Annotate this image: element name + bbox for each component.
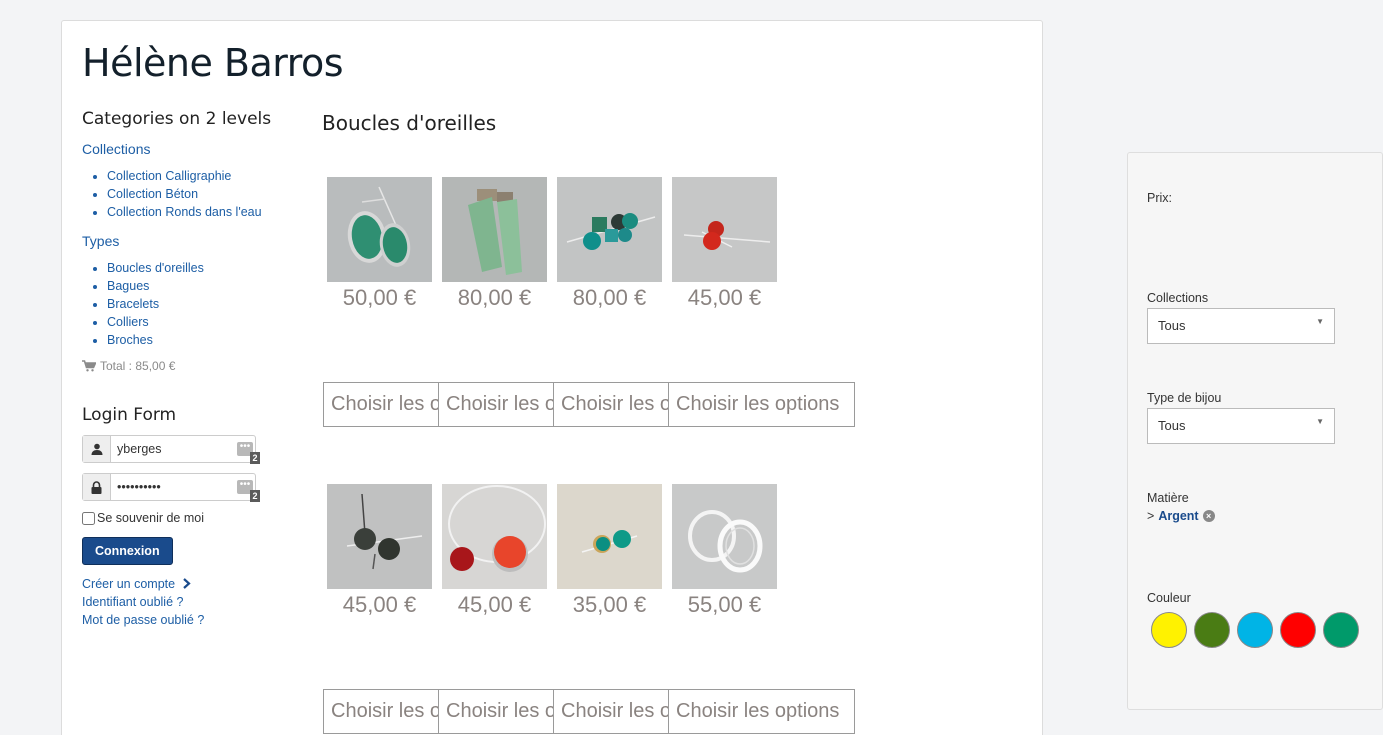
- password-field: ••• 2: [82, 473, 260, 502]
- main-panel: Hélène Barros Categories on 2 levels Col…: [61, 20, 1043, 735]
- category-link-calligraphie[interactable]: Collection Calligraphie: [107, 169, 231, 183]
- matiere-value[interactable]: Argent: [1158, 509, 1198, 523]
- username-input[interactable]: [111, 442, 231, 456]
- user-icon: [83, 436, 111, 462]
- types-heading[interactable]: Types: [82, 233, 282, 249]
- product-price: 45,00 €: [342, 592, 417, 617]
- product-card[interactable]: 45,00 €: [327, 484, 432, 618]
- color-swatch-red[interactable]: [1280, 612, 1316, 648]
- login-button[interactable]: Connexion: [82, 537, 173, 565]
- color-swatch-green[interactable]: [1194, 612, 1230, 648]
- product-image-teal-round-earring-trio[interactable]: [557, 177, 662, 282]
- product-price: 45,00 €: [457, 592, 532, 617]
- login-links: Créer un compte Identifiant oublié ? Mot…: [82, 575, 282, 629]
- category-link-ronds[interactable]: Collection Ronds dans l'eau: [107, 205, 262, 219]
- cart-icon: [82, 360, 96, 372]
- login-title: Login Form: [82, 405, 177, 425]
- type-link-broches[interactable]: Broches: [107, 333, 153, 347]
- type-link-boucles[interactable]: Boucles d'oreilles: [107, 261, 204, 275]
- product-price: 80,00 €: [572, 285, 647, 310]
- product-card[interactable]: 80,00 €: [557, 177, 662, 311]
- choose-options-button[interactable]: Choisir les options: [323, 382, 439, 427]
- product-image-clear-ring-earring[interactable]: [672, 484, 777, 589]
- choose-options-button[interactable]: Choisir les options: [438, 689, 554, 734]
- remember-me: Se souvenir de moi: [82, 511, 282, 525]
- product-card[interactable]: 35,00 €: [557, 484, 662, 618]
- choose-options-button[interactable]: Choisir les options: [668, 689, 855, 734]
- remember-me-checkbox[interactable]: [82, 511, 95, 525]
- collections-heading[interactable]: Collections: [82, 141, 282, 157]
- choose-options-button[interactable]: Choisir les options: [553, 382, 669, 427]
- category-title: Boucles d'oreilles: [322, 111, 497, 135]
- collections-filter-label: Collections: [1147, 291, 1209, 305]
- product-image-red-dots-earring[interactable]: [672, 177, 777, 282]
- dropdown-caret-icon: ▼: [1316, 317, 1324, 326]
- product-card[interactable]: 55,00 €: [672, 484, 777, 618]
- type-select[interactable]: Tous ▼: [1147, 408, 1335, 444]
- username-field: ••• 2: [82, 435, 260, 464]
- collections-select-value: Tous: [1158, 318, 1186, 333]
- collections-select[interactable]: Tous ▼: [1147, 308, 1335, 344]
- create-account-label: Créer un compte: [82, 577, 176, 591]
- color-swatch-blue[interactable]: [1237, 612, 1273, 648]
- product-content: Boucles d'oreilles 50,00 € 80,00 € 80,00…: [322, 111, 1022, 734]
- product-card[interactable]: 80,00 €: [442, 177, 547, 311]
- color-swatch-yellow[interactable]: [1151, 612, 1187, 648]
- choose-options-button[interactable]: Choisir les options: [438, 382, 554, 427]
- password-manager-count-2: 2: [250, 490, 260, 502]
- product-card[interactable]: 50,00 €: [327, 177, 432, 311]
- remember-me-label: Se souvenir de moi: [97, 511, 205, 525]
- dropdown-caret-icon: ▼: [1316, 417, 1324, 426]
- create-account-link[interactable]: Créer un compte: [82, 575, 282, 593]
- forgot-username-link[interactable]: Identifiant oublié ?: [82, 593, 282, 611]
- type-link-bracelets[interactable]: Bracelets: [107, 297, 159, 311]
- remove-filter-icon[interactable]: ×: [1202, 510, 1215, 522]
- chevron-right-icon: [182, 578, 191, 589]
- price-filter-label: Prix:: [1147, 191, 1172, 205]
- product-price: 35,00 €: [572, 592, 647, 617]
- product-image-teal-dots-earring[interactable]: [557, 484, 662, 589]
- type-link-bagues[interactable]: Bagues: [107, 279, 149, 293]
- filter-panel: Prix: Collections Tous ▼ Type de bijou T…: [1127, 152, 1383, 710]
- matiere-filter-label: Matière: [1147, 491, 1189, 505]
- forgot-password-link[interactable]: Mot de passe oublié ?: [82, 611, 282, 629]
- type-filter-label: Type de bijou: [1147, 391, 1222, 405]
- site-title: Hélène Barros: [82, 41, 344, 85]
- product-row-2: 45,00 € 45,00 € 35,00 € 55,00 €: [327, 484, 787, 617]
- product-price: 80,00 €: [457, 285, 532, 310]
- types-list: Boucles d'oreilles Bagues Bracelets Coll…: [82, 259, 282, 349]
- product-image-red-circle-necklace[interactable]: [442, 484, 547, 589]
- password-input[interactable]: [111, 480, 231, 494]
- product-image-grey-dots-earring[interactable]: [327, 484, 432, 589]
- matiere-prefix: >: [1147, 509, 1155, 523]
- product-row-1: 50,00 € 80,00 € 80,00 € 45,00 €: [327, 177, 787, 310]
- type-select-value: Tous: [1158, 418, 1186, 433]
- choose-options-button[interactable]: Choisir les options: [553, 689, 669, 734]
- matiere-selected: > Argent ×: [1147, 509, 1215, 523]
- couleur-filter-label: Couleur: [1147, 591, 1191, 605]
- choose-options-button[interactable]: Choisir les options: [668, 382, 855, 427]
- product-price: 45,00 €: [687, 285, 762, 310]
- lock-icon: [83, 474, 111, 500]
- product-card[interactable]: 45,00 €: [672, 177, 777, 311]
- cart-total[interactable]: Total : 85,00 €: [82, 359, 282, 373]
- cart-total-label: Total : 85,00 €: [100, 359, 176, 373]
- sidebar: Categories on 2 levels Collections Colle…: [82, 109, 282, 629]
- color-swatch-teal[interactable]: [1323, 612, 1359, 648]
- type-link-colliers[interactable]: Colliers: [107, 315, 149, 329]
- collections-list: Collection Calligraphie Collection Béton…: [82, 167, 282, 221]
- product-price: 55,00 €: [687, 592, 762, 617]
- product-image-green-oval-earring[interactable]: [327, 177, 432, 282]
- password-manager-count: 2: [250, 452, 260, 464]
- product-price: 50,00 €: [342, 285, 417, 310]
- categories-title: Categories on 2 levels: [82, 109, 272, 129]
- category-link-beton[interactable]: Collection Béton: [107, 187, 198, 201]
- product-image-green-rectangle-earring[interactable]: [442, 177, 547, 282]
- choose-options-button[interactable]: Choisir les options: [323, 689, 439, 734]
- color-swatches: [1151, 612, 1366, 648]
- product-card[interactable]: 45,00 €: [442, 484, 547, 618]
